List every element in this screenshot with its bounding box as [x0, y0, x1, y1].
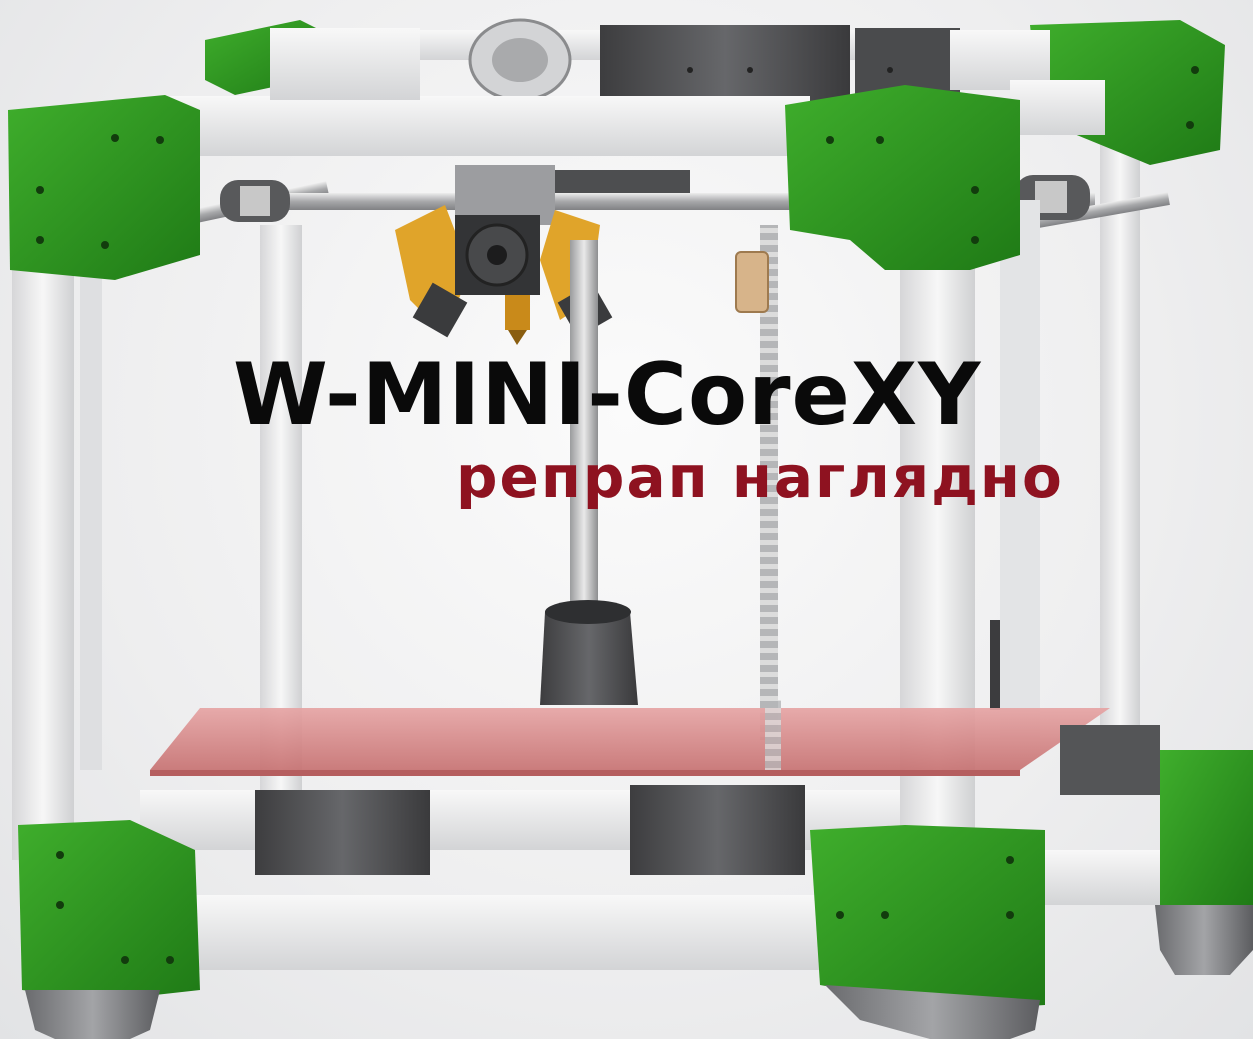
bracket-top-right	[785, 85, 1020, 270]
print-bed	[150, 700, 1110, 776]
printer-render	[8, 18, 1253, 1039]
bracket-bottom-left	[18, 820, 200, 1000]
top-fan	[468, 18, 572, 102]
bracket-top-left	[8, 95, 200, 280]
subtitle-text: репрап наглядно	[456, 443, 1064, 511]
title-text: W-MINI-CoreXY	[233, 345, 982, 445]
